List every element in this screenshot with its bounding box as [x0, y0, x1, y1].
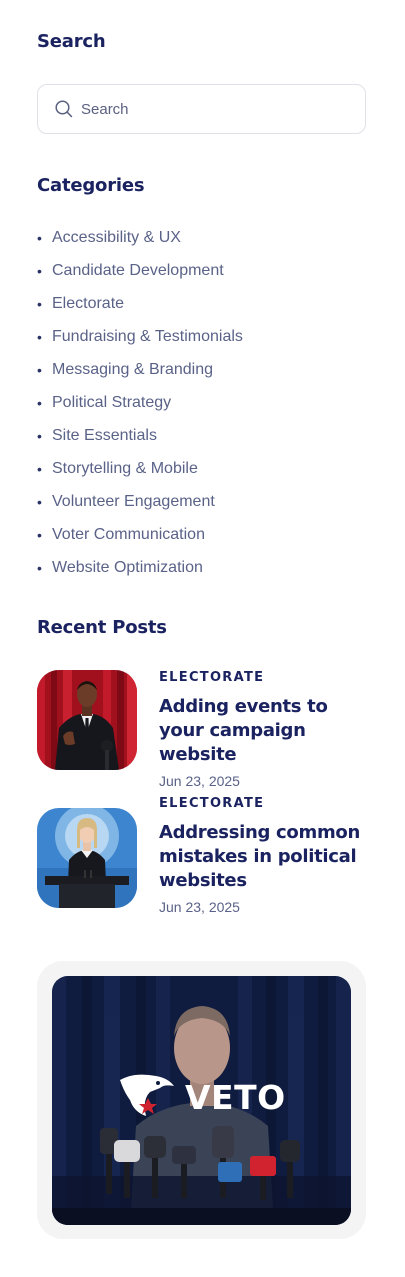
post-meta: ELECTORATE Addressing common mistakes in… — [159, 796, 369, 915]
category-link-storytelling-mobile[interactable]: Storytelling & Mobile — [52, 460, 198, 478]
category-link-website-optimization[interactable]: Website Optimization — [52, 559, 203, 577]
promo-brand: VETO — [185, 1078, 286, 1117]
post-date: Jun 23, 2025 — [159, 773, 240, 789]
category-link-messaging-branding[interactable]: Messaging & Branding — [52, 361, 213, 379]
category-item: • Political Strategy — [37, 386, 243, 419]
post-date: Jun 23, 2025 — [159, 899, 240, 915]
bullet-icon: • — [37, 526, 42, 543]
search-icon — [55, 100, 73, 118]
category-link-political-strategy[interactable]: Political Strategy — [52, 394, 171, 412]
category-item: • Voter Communication — [37, 518, 243, 551]
promo-card: VETO — [37, 961, 366, 1239]
post-category: ELECTORATE — [159, 796, 265, 811]
category-item: • Candidate Development — [37, 254, 243, 287]
category-item: • Volunteer Engagement — [37, 485, 243, 518]
bullet-icon: • — [37, 427, 42, 444]
bullet-icon: • — [37, 262, 42, 279]
category-link-site-essentials[interactable]: Site Essentials — [52, 427, 157, 445]
category-link-voter-communication[interactable]: Voter Communication — [52, 526, 205, 544]
post-meta: ELECTORATE Adding events to your campaig… — [159, 670, 369, 789]
recent-post: ELECTORATE Addressing common mistakes in… — [37, 796, 367, 915]
bullet-icon: • — [37, 361, 42, 378]
bullet-icon: • — [37, 229, 42, 246]
bullet-icon: • — [37, 460, 42, 477]
search-heading: Search — [37, 31, 106, 52]
search-field[interactable] — [37, 84, 366, 134]
category-link-fundraising-testimonials[interactable]: Fundraising & Testimonials — [52, 328, 243, 346]
recent-posts-heading: Recent Posts — [37, 617, 167, 638]
bullet-icon: • — [37, 394, 42, 411]
category-item: • Website Optimization — [37, 551, 243, 584]
category-item: • Storytelling & Mobile — [37, 452, 243, 485]
post-thumbnail-speaker[interactable] — [37, 670, 137, 770]
categories-heading: Categories — [37, 175, 145, 196]
category-list: • Accessibility & UX • Candidate Developme… — [37, 221, 243, 584]
category-item: • Messaging & Branding — [37, 353, 243, 386]
bullet-icon: • — [37, 493, 42, 510]
post-category: ELECTORATE — [159, 670, 265, 685]
category-item: • Site Essentials — [37, 419, 243, 452]
category-item: • Fundraising & Testimonials — [37, 320, 243, 353]
bullet-icon: • — [37, 559, 42, 576]
search-input[interactable] — [81, 100, 341, 118]
category-link-accessibility-ux[interactable]: Accessibility & UX — [52, 229, 181, 247]
post-title-link[interactable]: Adding events to your campaign website — [159, 695, 369, 767]
post-thumbnail-podium[interactable] — [37, 808, 137, 908]
category-link-volunteer-engagement[interactable]: Volunteer Engagement — [52, 493, 215, 511]
promo-banner[interactable]: VETO — [52, 976, 351, 1225]
category-item: • Accessibility & UX — [37, 221, 243, 254]
post-title-link[interactable]: Addressing common mistakes in political … — [159, 821, 369, 893]
category-link-candidate-development[interactable]: Candidate Development — [52, 262, 224, 280]
bullet-icon: • — [37, 295, 42, 312]
bullet-icon: • — [37, 328, 42, 345]
category-item: • Electorate — [37, 287, 243, 320]
recent-post: ELECTORATE Adding events to your campaig… — [37, 670, 367, 789]
category-link-electorate[interactable]: Electorate — [52, 295, 124, 313]
